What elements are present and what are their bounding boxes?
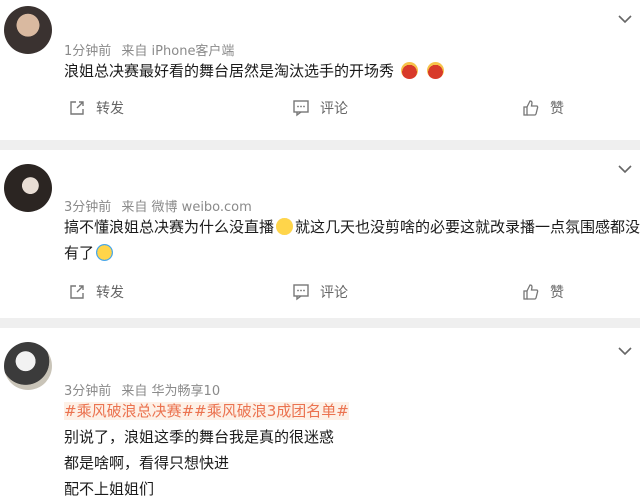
share-icon [70,285,84,299]
comment-card-3: 3分钟前 来自 华为畅享10 #乘风破浪总决赛##乘风破浪3成团名单# 别说了，… [0,328,640,504]
avatar[interactable] [4,342,52,390]
hashtag-link[interactable]: #乘风破浪3成团名单# [194,402,349,420]
red-envelope-emoji-icon [426,62,444,79]
action-bar: 转发 评论 赞 [0,282,640,306]
red-envelope-emoji-icon [400,62,418,79]
comment-time: 3分钟前 [64,200,112,215]
avatar[interactable] [4,164,52,212]
comment-time: 3分钟前 [64,384,112,399]
like-button[interactable]: 赞 [522,282,564,302]
comment-source: 来自 iPhone客户端 [121,44,235,59]
chevron-down-icon[interactable] [618,164,632,174]
like-button[interactable]: 赞 [522,98,564,118]
chevron-down-icon[interactable] [618,14,632,24]
comment-meta: 3分钟前 来自 微博 weibo.com [64,196,258,215]
comment-card-1: 1分钟前 来自 iPhone客户端 浪姐总决赛最好看的舞台居然是淘汰选手的开场秀… [0,0,640,140]
comment-source: 来自 微博 weibo.com [121,200,252,215]
comment-icon [293,100,309,117]
action-bar: 转发 评论 赞 [0,98,640,122]
comment-line: 别说了，浪姐这季的舞台我是真的很迷惑 [64,428,335,446]
card-divider [0,140,640,150]
comment-button[interactable]: 评论 [292,98,348,118]
comment-card-2: 3分钟前 来自 微博 weibo.com 搞不懂浪姐总决赛为什么没直播 就这几天也… [0,150,640,318]
repost-button[interactable]: 转发 [68,282,124,302]
hashtag-link[interactable]: #乘风破浪总决赛# [64,402,195,420]
sad-face-icon [276,218,294,235]
comment-meta: 1分钟前 来自 iPhone客户端 [64,40,240,59]
comment-time: 1分钟前 [64,44,112,59]
comment-button[interactable]: 评论 [292,282,348,302]
comment-meta: 3分钟前 来自 华为畅享10 [64,380,226,399]
chevron-down-icon[interactable] [618,346,632,356]
comment-body-part2: 就这几天也没剪啥的必要这就改录播一点氛围感都没 [295,218,640,236]
comment-icon [293,284,309,301]
thumbs-up-icon [523,284,539,300]
comment-source: 来自 华为畅享10 [121,384,221,399]
thumbs-up-icon [523,100,539,116]
avatar[interactable] [4,6,52,54]
card-divider [0,318,640,328]
comment-line: 都是啥啊，看得只想快进 [64,454,230,472]
comment-body-part3: 有了 [64,244,95,262]
comment-body-part1: 搞不懂浪姐总决赛为什么没直播 [64,218,275,236]
repost-button[interactable]: 转发 [68,98,124,118]
comment-text: #乘风破浪总决赛##乘风破浪3成团名单# 别说了，浪姐这季的舞台我是真的很迷惑 … [64,398,640,502]
comment-text: 搞不懂浪姐总决赛为什么没直播 就这几天也没剪啥的必要这就改录播一点氛围感都没 有了 [64,214,640,266]
crying-laughing-icon [96,244,114,261]
comment-line: 配不上姐姐们 [64,480,155,498]
comment-body: 浪姐总决赛最好看的舞台居然是淘汰选手的开场秀 [64,62,395,80]
share-icon [70,101,84,115]
comment-text: 浪姐总决赛最好看的舞台居然是淘汰选手的开场秀 [64,58,640,84]
